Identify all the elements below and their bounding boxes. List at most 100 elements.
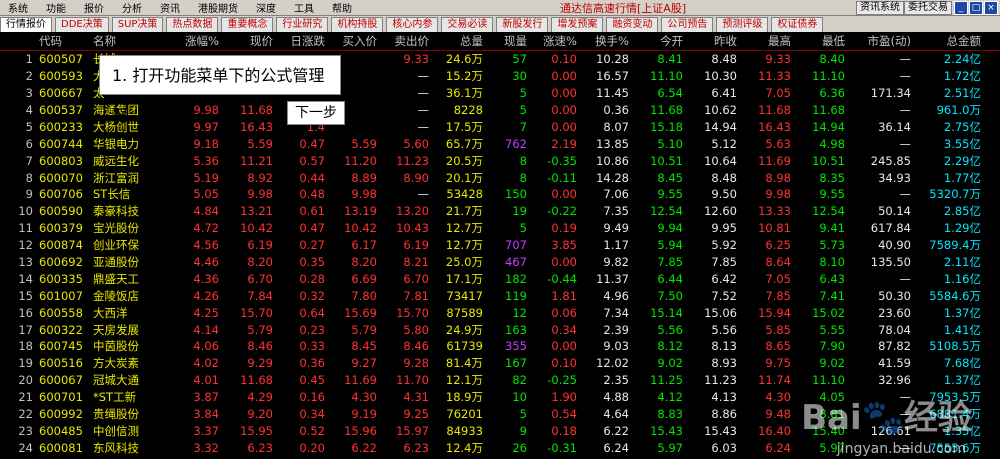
column-header[interactable]: 涨速% <box>530 33 580 51</box>
table-cell: 0.33 <box>299 339 325 354</box>
table-cell: 600744 <box>39 136 83 151</box>
table-row[interactable]: 5600233大杨创世9.9716.431.4—17.5万70.008.0715… <box>0 118 1000 135</box>
table-cell: 1.16亿 <box>943 271 981 286</box>
table-row[interactable]: 20 600067 冠城大通 4.01 11.68 0.45 11.69 11.70 12.1万… <box>0 372 1000 389</box>
table-cell: 11.23 <box>396 153 429 168</box>
table-cell: -0.25 <box>547 373 577 388</box>
table-cell: 2.23 <box>984 68 1000 85</box>
table-row[interactable]: 15 601007 金陵饭店 4.26 7.84 0.32 7.80 7.81 73417 119… <box>0 287 1000 304</box>
column-header[interactable]: 今开 <box>632 33 686 51</box>
table-cell: 17.1万 <box>445 271 483 286</box>
column-header[interactable]: 最高 <box>740 33 794 51</box>
menu-item[interactable]: 帮助 <box>324 0 362 15</box>
table-cell: 7.85 <box>711 255 737 270</box>
tab-item[interactable]: 核心内参 <box>386 17 439 32</box>
table-cell: 6.05 <box>984 389 1000 406</box>
table-row[interactable]: 19 600516 方大炭素 4.02 9.29 0.36 9.27 9.28 81.4万 167… <box>0 355 1000 372</box>
table-cell: 7.84 <box>247 288 273 303</box>
menu-item[interactable]: 分析 <box>114 0 152 15</box>
tab-item[interactable]: 重要概念 <box>221 17 274 32</box>
table-cell: 11.23 <box>704 373 737 388</box>
column-header[interactable]: 现价 <box>222 33 276 51</box>
table-cell: 0.36 <box>299 356 325 371</box>
table-cell: 600590 <box>39 204 83 219</box>
table-cell: 10.64 <box>704 153 737 168</box>
table-cell: 13.19 <box>344 204 377 219</box>
table-row[interactable]: 9 600706 ST长信 5.05 9.98 0.48 9.98 — 53428 150 0.00… <box>0 186 1000 203</box>
maximize-icon[interactable]: □ <box>969 1 983 15</box>
table-row[interactable]: 11 600379 宝光股份 4.72 10.42 0.47 10.42 10.43 12.7万… <box>0 220 1000 237</box>
menu-item[interactable]: 深度 <box>248 0 286 15</box>
table-row[interactable]: 8 600070 浙江富润 5.19 8.92 0.44 8.89 8.90 20.1万 8 -0.… <box>0 169 1000 186</box>
minimize-icon[interactable]: _ <box>954 1 968 15</box>
tab-item[interactable]: 行业研究 <box>276 17 329 32</box>
table-row[interactable]: 10 600590 泰豪科技 4.84 13.21 0.61 13.19 13.20 21.7万… <box>0 203 1000 220</box>
table-row[interactable]: 18 600745 中茵股份 4.06 8.46 0.33 8.45 8.46 61739 355… <box>0 338 1000 355</box>
tab-item[interactable]: SUP决策 <box>111 17 164 32</box>
column-header[interactable]: 最低 <box>794 33 848 51</box>
menu-item[interactable]: 功能 <box>38 0 76 15</box>
tab-item[interactable]: 公司预告 <box>661 17 714 32</box>
table-cell: 天房发展 <box>93 322 139 337</box>
table-cell: 4.96 <box>603 288 629 303</box>
next-step-button[interactable]: 下一步 <box>287 101 345 125</box>
column-header[interactable]: 日涨跌 <box>276 33 328 51</box>
menu-item[interactable]: 报价 <box>76 0 114 15</box>
column-header[interactable]: 现量 <box>486 33 530 51</box>
column-header[interactable] <box>0 33 36 51</box>
table-row[interactable]: 13 600692 亚通股份 4.46 8.20 0.35 8.20 8.21 25.0万 467… <box>0 254 1000 271</box>
column-header[interactable]: 总量 <box>432 33 486 51</box>
table-cell: 8.07 <box>603 119 629 134</box>
table-cell: 0.57 <box>299 153 325 168</box>
tab-item[interactable]: 预测评级 <box>716 17 769 32</box>
table-cell: 4.12 <box>657 390 683 405</box>
table-row[interactable]: 16 600558 大西洋 4.25 15.70 0.64 15.69 15.70 87589 1… <box>0 304 1000 321</box>
table-cell: 5.79 <box>351 322 377 337</box>
table-cell: 11.70 <box>396 373 429 388</box>
table-cell: — <box>899 103 912 117</box>
table-cell: 0.35 <box>299 255 325 270</box>
trade-button[interactable]: 委托交易 <box>904 1 952 15</box>
table-cell: 9.29 <box>247 356 273 371</box>
table-row[interactable]: 6 600744 华银电力 9.18 5.59 0.47 5.59 5.60 65.7万 762 2… <box>0 135 1000 152</box>
menu-item[interactable]: 系统 <box>0 0 38 15</box>
tab-item[interactable]: 新股发行 <box>496 17 549 32</box>
column-header[interactable]: 总金额 <box>914 33 984 51</box>
table-cell: 9.98 <box>351 187 377 202</box>
tab-item[interactable]: 融资变动 <box>606 17 659 32</box>
tab-item[interactable]: 机构持股 <box>331 17 384 32</box>
column-header[interactable]: 卖出价 <box>380 33 432 51</box>
table-cell: 6.22 <box>351 440 377 455</box>
tab-item[interactable]: DDE决策 <box>55 17 109 32</box>
menu-item[interactable]: 工具 <box>286 0 324 15</box>
table-row[interactable]: 17 600322 天房发展 4.14 5.79 0.23 5.79 5.80 24.9万 163… <box>0 321 1000 338</box>
column-header[interactable]: 买入价 <box>328 33 380 51</box>
menu-item[interactable]: 资讯 <box>152 0 190 15</box>
close-icon[interactable]: × <box>984 1 998 15</box>
tab-item[interactable]: 增发预案 <box>551 17 604 32</box>
table-row[interactable]: 12 600874 创业环保 4.56 6.19 0.27 6.17 6.19 12.7万 707… <box>0 237 1000 254</box>
table-cell: 600485 <box>39 423 83 438</box>
table-cell: 601007 <box>39 288 83 303</box>
table-cell: 0.00 <box>551 255 577 270</box>
column-header[interactable]: 代码 <box>36 33 90 51</box>
info-system-button[interactable]: 资讯系统 <box>856 1 904 15</box>
tab-item[interactable]: 权证债券 <box>771 17 824 32</box>
table-cell: 3.85 <box>551 238 577 253</box>
table-cell: 8 <box>519 153 527 168</box>
table-row[interactable]: 7 600803 威远生化 5.36 11.21 0.57 11.20 11.23 20.5万 8… <box>0 152 1000 169</box>
tab-item[interactable]: 交易必读 <box>441 17 494 32</box>
column-header[interactable]: 市盈(动) <box>848 33 914 51</box>
tab-item[interactable]: 热点数据 <box>166 17 219 32</box>
column-header[interactable]: 振幅% <box>984 33 1000 51</box>
tab-item[interactable]: 行情报价 <box>0 17 52 32</box>
table-row[interactable]: 14 600335 鼎盛天工 4.36 6.70 0.28 6.69 6.70 17.1万 182… <box>0 270 1000 287</box>
menu-item[interactable]: 港股期货 <box>190 0 248 15</box>
column-header[interactable]: 换手% <box>580 33 632 51</box>
column-header[interactable]: 涨幅% <box>166 33 222 51</box>
table-cell: — <box>417 103 430 117</box>
column-header[interactable]: 昨收 <box>686 33 740 51</box>
column-header[interactable]: 名称 <box>90 33 166 51</box>
table-cell: 6.41 <box>711 86 737 101</box>
table-row[interactable]: 4600537海通集团9.9811.68—822850.000.3611.681… <box>0 102 1000 119</box>
